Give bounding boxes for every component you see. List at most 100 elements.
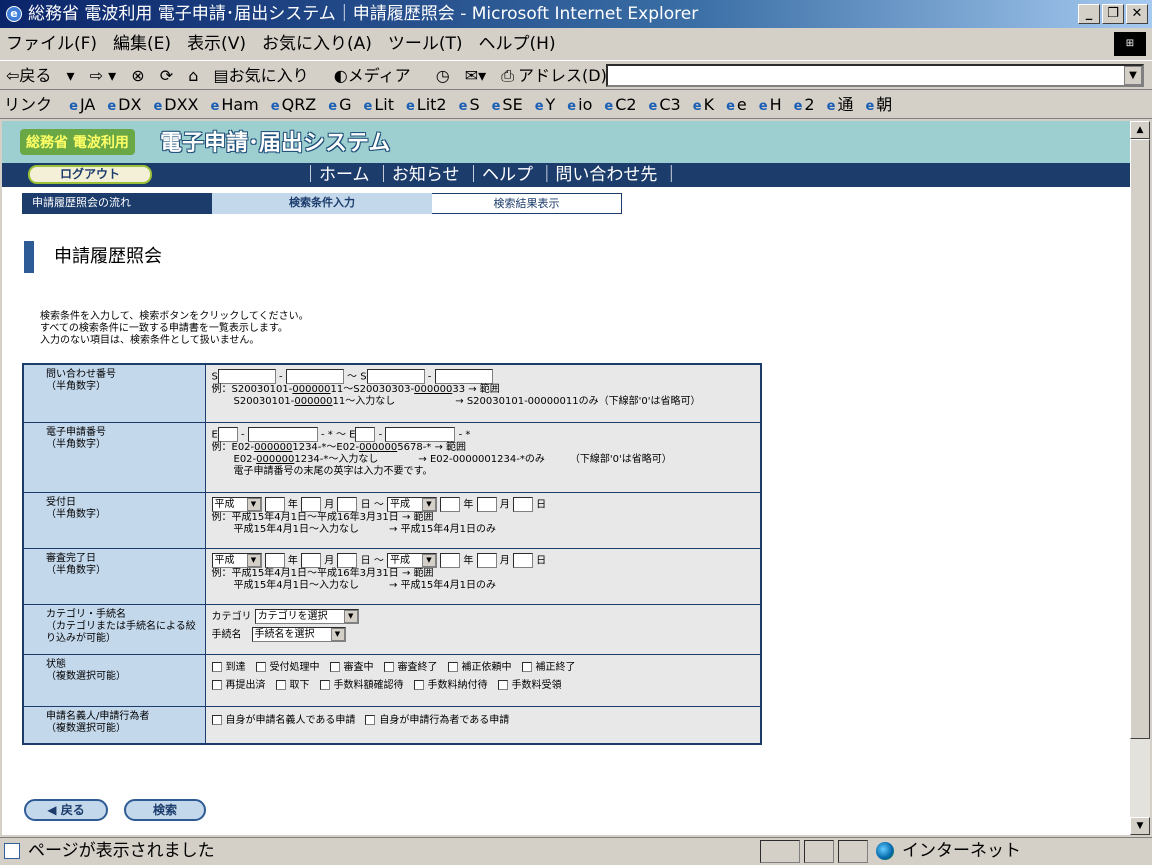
search-button[interactable]: 検索 — [124, 799, 206, 821]
link-item[interactable]: e Lit — [364, 95, 394, 114]
checkbox-option[interactable]: 到達 — [211, 661, 246, 673]
inquiry-from-1[interactable] — [217, 369, 276, 384]
checkbox-option[interactable]: 取下 — [275, 679, 310, 691]
checkbox-option[interactable]: 自身が申請行為者である申請 — [365, 714, 509, 726]
menu-item[interactable]: ヘルプ(H) — [479, 34, 556, 54]
print-icon[interactable]: ⎙ — [501, 66, 514, 85]
link-item[interactable]: eH — [759, 95, 782, 114]
checkbox[interactable] — [211, 679, 222, 690]
link-item[interactable]: e Ham — [211, 95, 259, 114]
link-item[interactable]: e C3 — [649, 95, 681, 114]
eapp-to-1[interactable] — [355, 426, 376, 442]
back-button[interactable]: ⇦戻る ▾ — [6, 66, 75, 85]
review-to-year[interactable] — [440, 552, 461, 568]
review-from-day[interactable] — [337, 552, 358, 568]
checkbox[interactable] — [365, 714, 376, 725]
minimize-button[interactable]: _ — [1078, 4, 1100, 24]
stop-icon[interactable]: ⊗ — [131, 66, 144, 85]
checkbox[interactable] — [413, 679, 424, 690]
forward-button[interactable]: ⇨ ▾ — [90, 66, 117, 85]
receipt-to-era[interactable]: 平成 ▼ — [387, 496, 437, 512]
checkbox-option[interactable]: 審査中 — [329, 661, 374, 673]
link-item[interactable]: eG — [328, 95, 351, 114]
eapp-to-2[interactable] — [385, 426, 456, 442]
close-button[interactable]: ✕ — [1126, 4, 1148, 24]
address-input[interactable]: ▼ — [606, 64, 1144, 87]
receipt-from-era[interactable]: 平成 ▼ — [211, 496, 262, 512]
scroll-thumb[interactable] — [1130, 139, 1150, 739]
menu-item[interactable]: ファイル(F) — [6, 34, 97, 54]
eapp-from-1[interactable] — [217, 426, 238, 442]
link-item[interactable]: e DXX — [153, 95, 198, 114]
checkbox[interactable] — [447, 661, 458, 672]
review-from-era[interactable]: 平成 ▼ — [211, 552, 262, 568]
checkbox[interactable] — [211, 714, 222, 725]
checkbox[interactable] — [255, 661, 266, 672]
link-item[interactable]: e Lit2 — [406, 95, 447, 114]
inquiry-to-2[interactable] — [434, 369, 493, 384]
review-to-month[interactable] — [476, 552, 497, 568]
checkbox-option[interactable]: 補正依頼中 — [447, 661, 512, 673]
review-from-month[interactable] — [301, 552, 322, 568]
receipt-to-month[interactable] — [476, 496, 497, 512]
link-item[interactable]: e DX — [107, 95, 141, 114]
checkbox-option[interactable]: 手数料受領 — [497, 679, 562, 691]
link-item[interactable]: eY — [535, 95, 556, 114]
vertical-scrollbar[interactable]: ▲ ▼ — [1130, 121, 1150, 835]
receipt-to-year[interactable] — [440, 496, 461, 512]
checkbox[interactable] — [329, 661, 340, 672]
link-item[interactable]: e QRZ — [271, 95, 317, 114]
review-to-era[interactable]: 平成 ▼ — [387, 552, 437, 568]
restore-button[interactable]: ❐ — [1102, 4, 1124, 24]
link-item[interactable]: e2 — [794, 95, 815, 114]
checkbox[interactable] — [275, 679, 286, 690]
eapp-from-2[interactable] — [247, 426, 318, 442]
checkbox-option[interactable]: 受付処理中 — [255, 661, 320, 673]
procedure-select[interactable]: 手続名を選択 ▼ — [251, 626, 346, 642]
review-to-day[interactable] — [512, 552, 533, 568]
refresh-icon[interactable]: ⟳ — [160, 66, 173, 85]
checkbox-option[interactable]: 補正終了 — [521, 661, 576, 673]
scroll-down-icon[interactable]: ▼ — [1130, 817, 1150, 835]
checkbox[interactable] — [521, 661, 532, 672]
inquiry-to-1[interactable] — [366, 369, 425, 384]
receipt-from-day[interactable] — [337, 496, 358, 512]
scroll-up-icon[interactable]: ▲ — [1130, 121, 1150, 139]
menu-item[interactable]: 編集(E) — [113, 34, 171, 54]
mail-icon[interactable]: ✉▾ — [465, 66, 486, 85]
link-item[interactable]: e io — [567, 95, 592, 114]
link-item[interactable]: e通 — [827, 95, 854, 114]
receipt-from-year[interactable] — [264, 496, 285, 512]
favorites-button[interactable]: ▤お気に入り — [214, 66, 319, 85]
checkbox[interactable] — [319, 679, 330, 690]
address-dropdown[interactable]: ▼ — [1124, 66, 1142, 85]
history-icon[interactable]: ◷ — [436, 66, 450, 85]
link-item[interactable]: e JA — [69, 95, 95, 114]
link-item[interactable]: e SE — [492, 95, 523, 114]
receipt-from-month[interactable] — [301, 496, 322, 512]
category-select[interactable]: カテゴリを選択 ▼ — [254, 608, 359, 624]
inquiry-from-2[interactable] — [285, 369, 344, 384]
link-item[interactable]: e朝 — [865, 95, 892, 114]
menu-item[interactable]: お気に入り(A) — [262, 34, 372, 54]
checkbox[interactable] — [383, 661, 394, 672]
checkbox[interactable] — [211, 661, 222, 672]
review-from-year[interactable] — [264, 552, 285, 568]
media-button[interactable]: ◐メディア — [334, 66, 421, 85]
nav-links[interactable]: ｜ホーム ｜お知らせ ｜ヘルプ ｜問い合わせ先 ｜ — [302, 163, 680, 187]
link-item[interactable]: e C2 — [604, 95, 636, 114]
link-item[interactable]: ee — [726, 95, 747, 114]
checkbox-option[interactable]: 自身が申請名義人である申請 — [211, 714, 355, 726]
checkbox-option[interactable]: 再提出済 — [211, 679, 266, 691]
checkbox-option[interactable]: 手数料納付待 — [413, 679, 488, 691]
checkbox-option[interactable]: 審査終了 — [383, 661, 438, 673]
receipt-to-day[interactable] — [512, 496, 533, 512]
back-button-page[interactable]: ◀ 戻る — [24, 799, 108, 821]
menu-item[interactable]: 表示(V) — [187, 34, 246, 54]
logout-button[interactable]: ログアウト — [28, 165, 152, 184]
checkbox[interactable] — [497, 679, 508, 690]
link-item[interactable]: eS — [459, 95, 480, 114]
link-item[interactable]: eK — [693, 95, 714, 114]
home-icon[interactable]: ⌂ — [188, 66, 198, 85]
checkbox-option[interactable]: 手数料額確認待 — [319, 679, 404, 691]
